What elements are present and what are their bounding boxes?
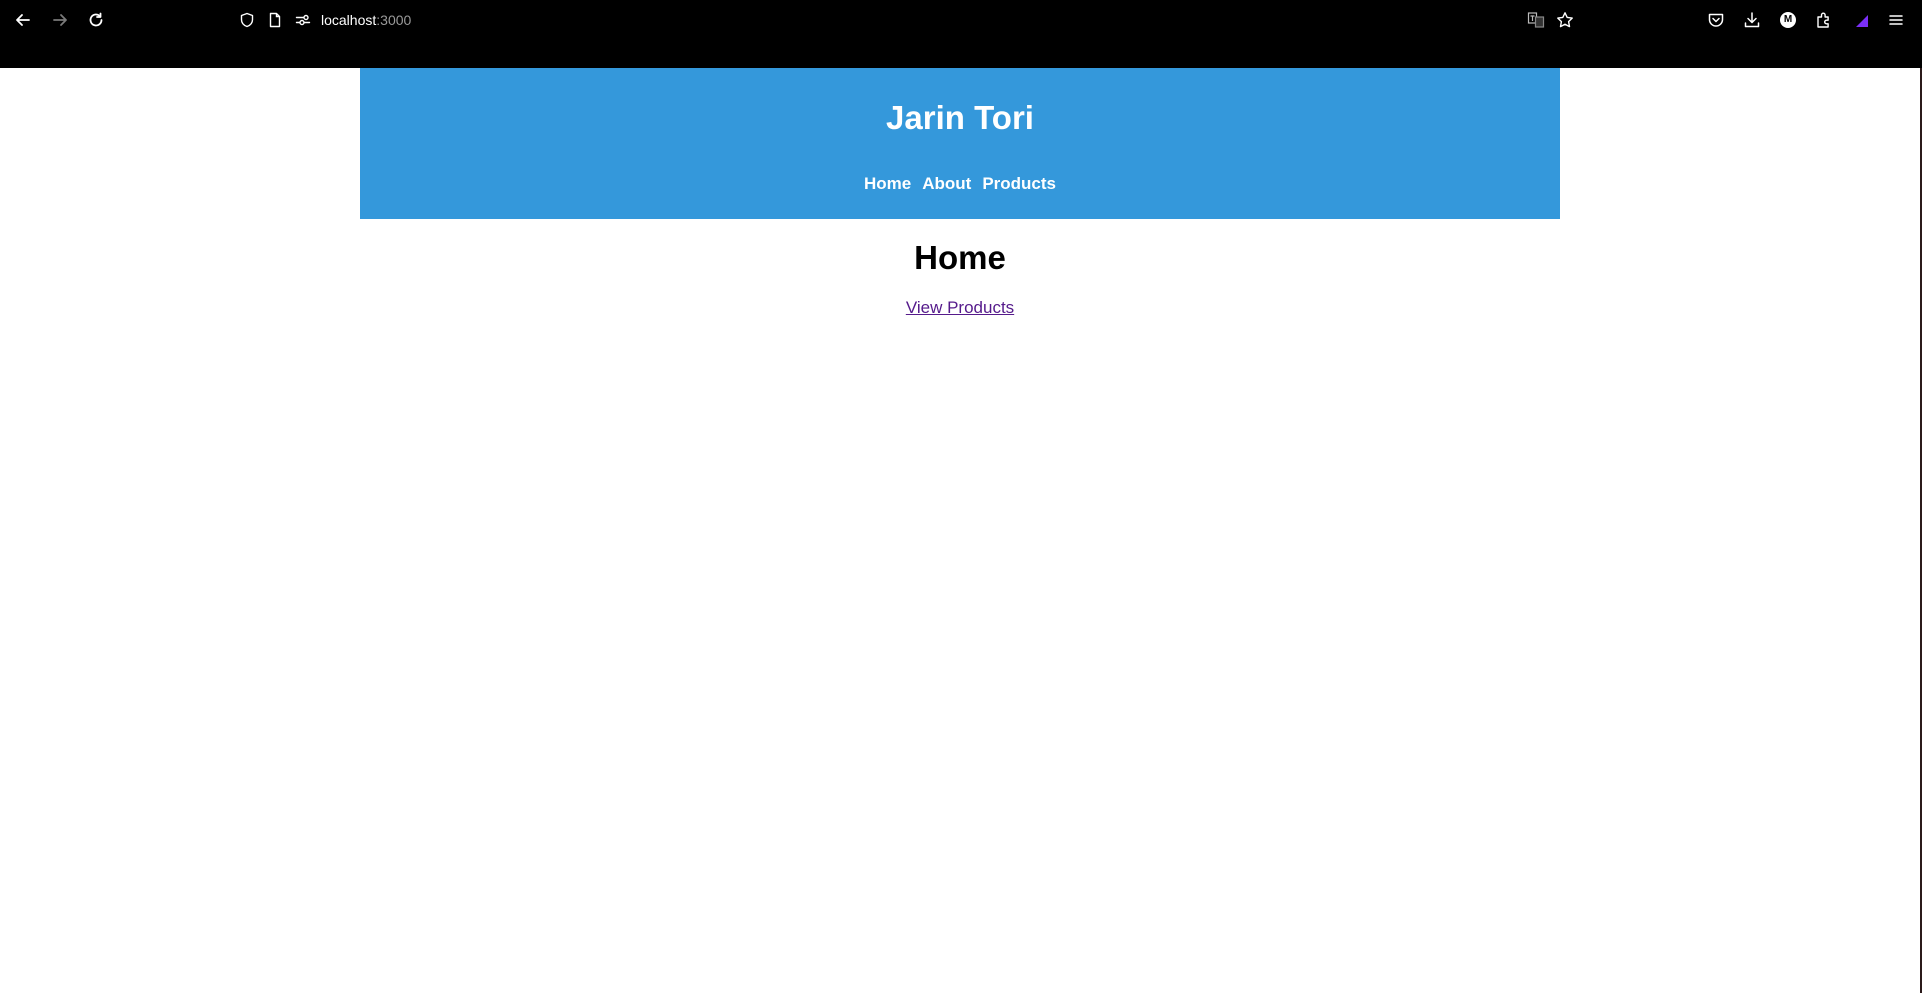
extension-accent-icon[interactable] — [1849, 8, 1873, 32]
forward-arrow-icon[interactable] — [48, 8, 72, 32]
reload-icon[interactable] — [84, 8, 108, 32]
translate-icon[interactable] — [1524, 8, 1548, 32]
view-products-link[interactable]: View Products — [906, 298, 1014, 317]
nav-link-home[interactable]: Home — [864, 173, 911, 195]
bookmark-star-icon[interactable] — [1553, 8, 1577, 32]
page-title: Home — [914, 239, 1006, 276]
main-nav: Home About Products — [360, 173, 1560, 195]
url-port: :3000 — [376, 12, 412, 28]
back-arrow-icon[interactable] — [11, 8, 35, 32]
view-products-container: View Products — [360, 297, 1560, 319]
nav-link-products[interactable]: Products — [982, 173, 1056, 195]
account-icon[interactable]: M — [1776, 8, 1800, 32]
url-host: localhost — [321, 12, 377, 28]
pocket-icon[interactable] — [1704, 8, 1728, 32]
site-header: Jarin Tori Home About Products — [360, 68, 1560, 219]
page-info-icon[interactable] — [263, 8, 287, 32]
hamburger-menu-icon[interactable] — [1884, 8, 1908, 32]
nav-link-about[interactable]: About — [922, 173, 971, 195]
page-viewport: Jarin Tori Home About Products Home View… — [0, 68, 1922, 993]
permissions-icon[interactable] — [291, 8, 315, 32]
site-title: Jarin Tori — [886, 99, 1034, 136]
extensions-icon[interactable] — [1812, 8, 1836, 32]
account-initial: M — [1783, 14, 1793, 25]
url-bar[interactable]: localhost:3000 — [321, 10, 411, 30]
tracking-shield-icon[interactable] — [235, 8, 259, 32]
browser-toolbar: localhost:3000 M — [0, 0, 1922, 68]
downloads-icon[interactable] — [1740, 8, 1764, 32]
